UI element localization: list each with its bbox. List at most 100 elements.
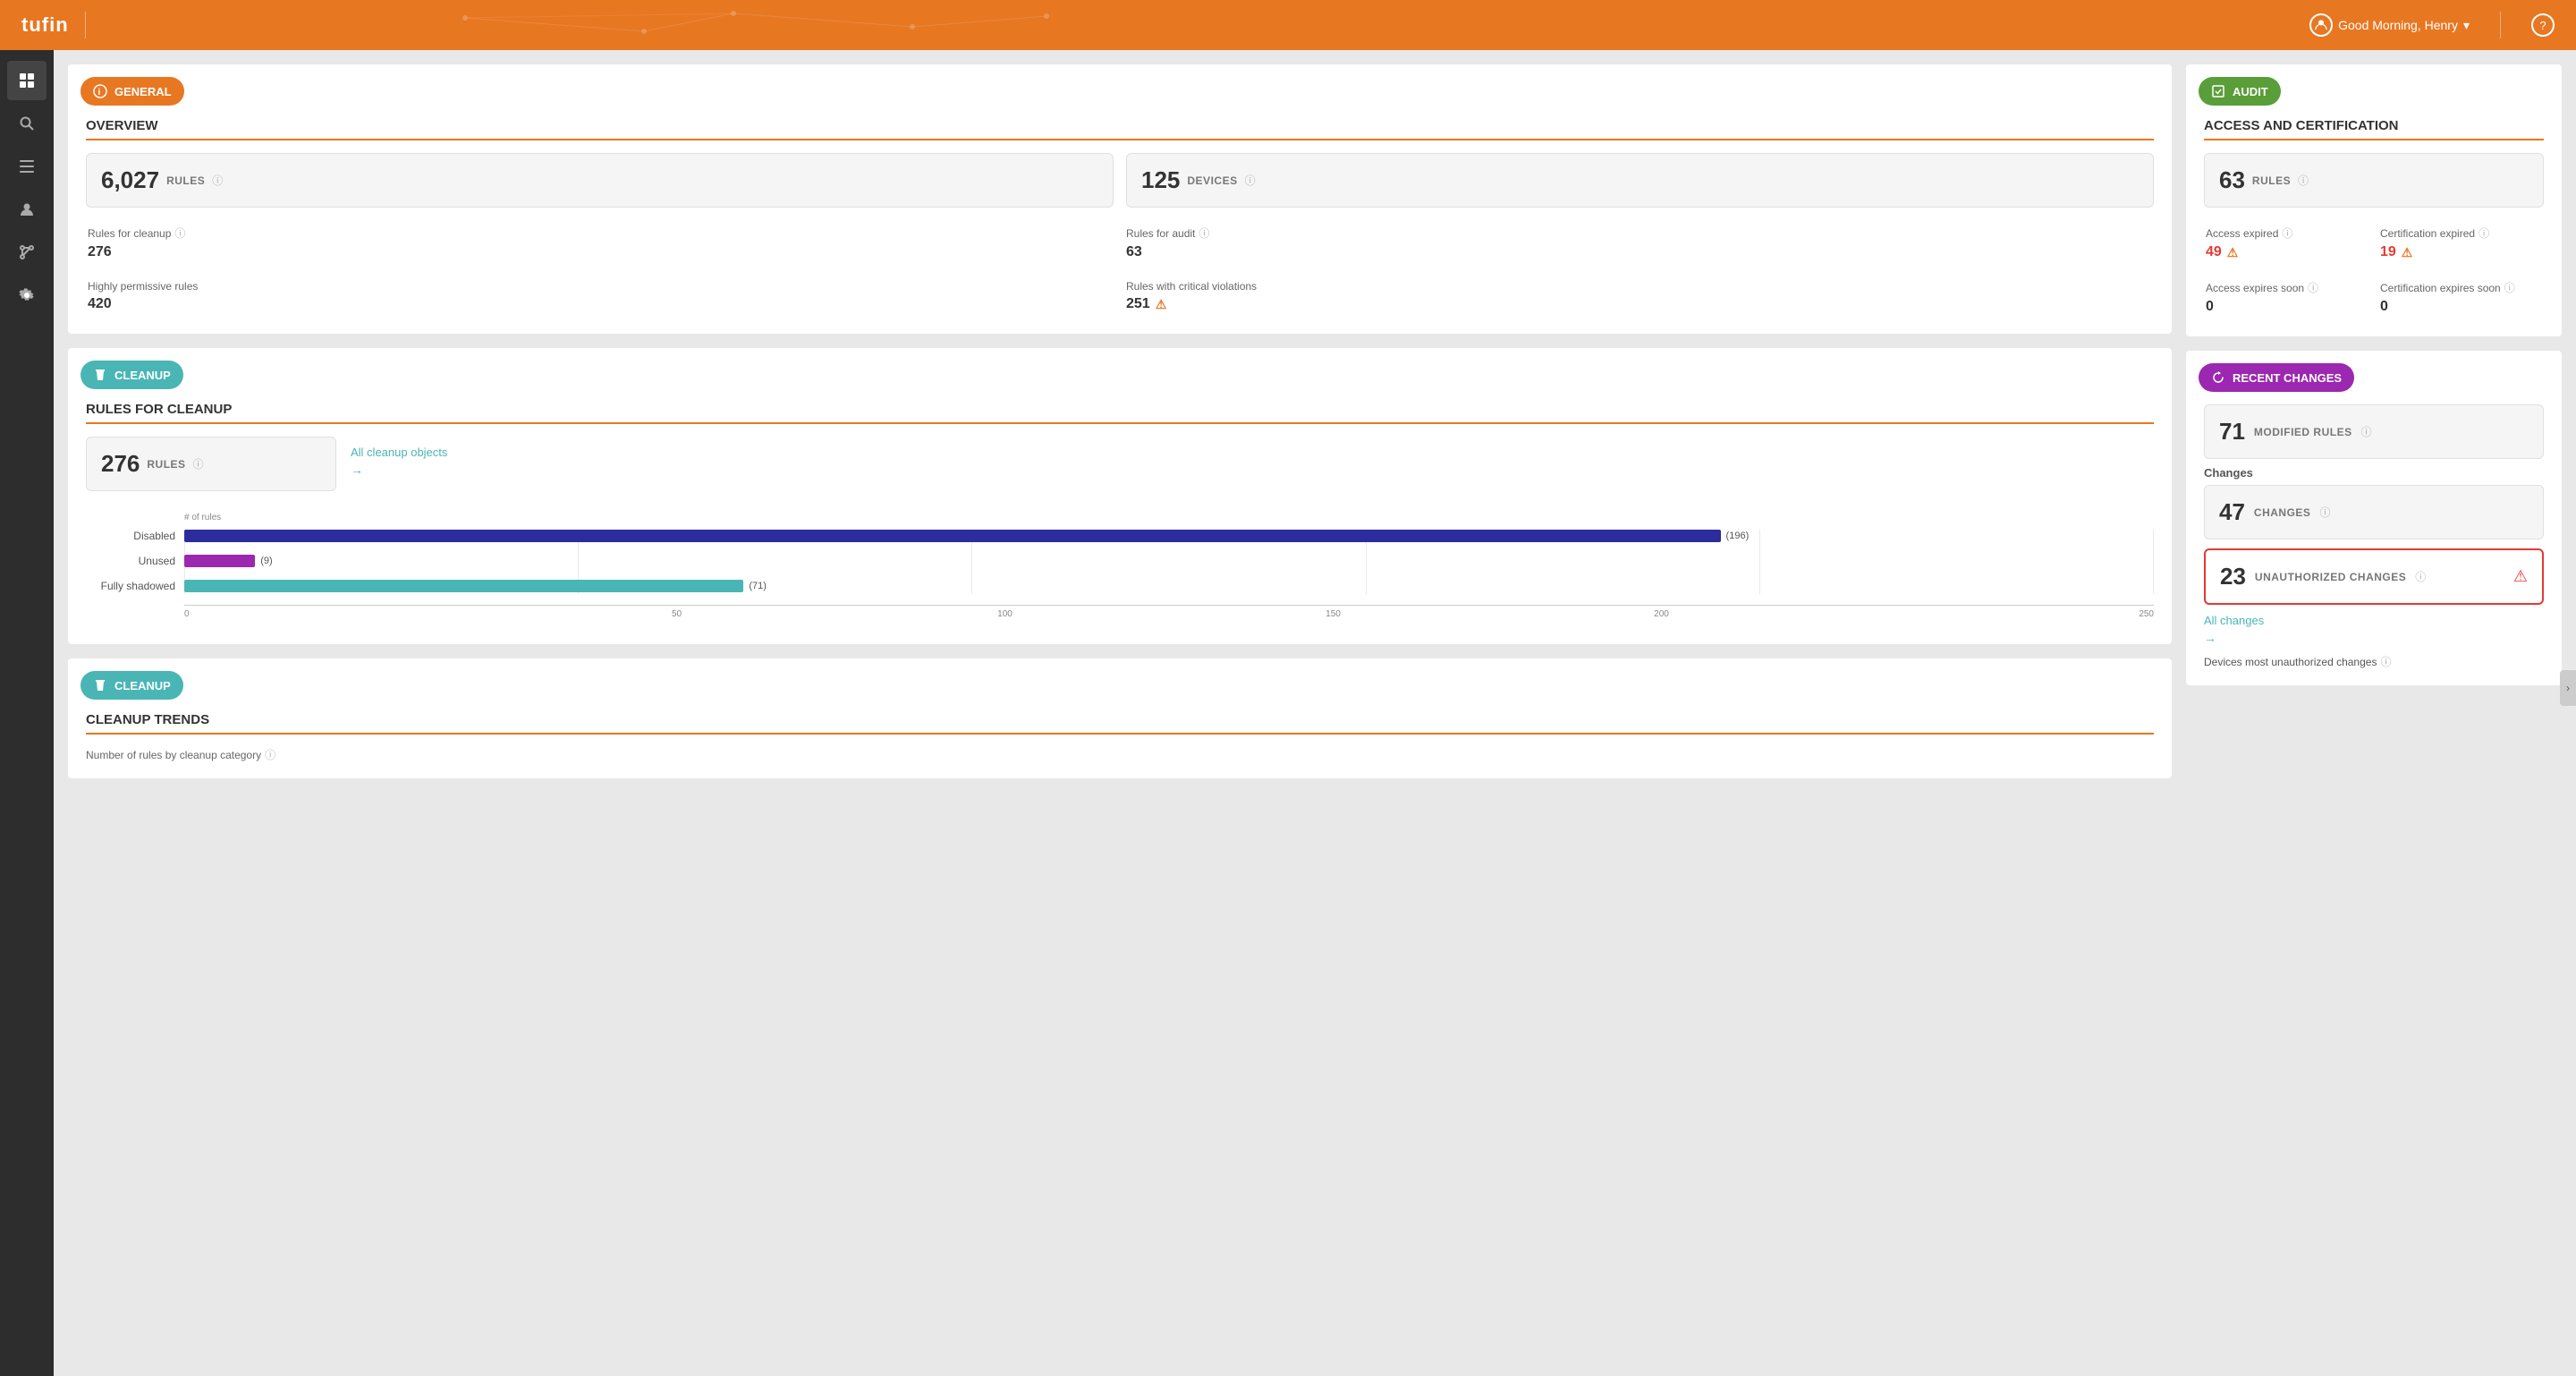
- cert-soon-label: Certification expires soon: [2380, 282, 2501, 294]
- cleanup-rules-label: RULES: [147, 458, 185, 471]
- chart-bar-shadowed: [184, 580, 743, 592]
- small-stats-grid: Rules for cleanup ⓘ 276 Rules for audit …: [86, 220, 2154, 318]
- critical-violations-label: Rules with critical violations: [1126, 280, 1257, 293]
- cleanup-header: CLEANUP: [80, 361, 183, 389]
- access-cert-title: ACCESS AND CERTIFICATION: [2204, 118, 2544, 140]
- cleanup-trends-panel: CLEANUP CLEANUP TRENDS Number of rules b…: [68, 658, 2172, 778]
- sidebar-item-settings[interactable]: [7, 276, 47, 315]
- chart-value-shadowed: (71): [749, 581, 767, 591]
- modified-rules-info[interactable]: ⓘ: [2361, 424, 2372, 439]
- audit-body: ACCESS AND CERTIFICATION 63 RULES ⓘ Acce…: [2186, 106, 2562, 336]
- rules-cleanup-label: Rules for cleanup: [88, 227, 171, 240]
- help-button[interactable]: ?: [2531, 13, 2555, 37]
- svg-text:i: i: [98, 88, 101, 98]
- cert-expired-info[interactable]: ⓘ: [2479, 225, 2489, 241]
- highly-permissive-value: 420: [88, 296, 112, 312]
- sidebar-item-list[interactable]: [7, 147, 47, 186]
- cert-expired-value: 19: [2380, 244, 2396, 260]
- devices-info-icon[interactable]: ⓘ: [1245, 173, 1256, 188]
- nav-divider2: [2500, 12, 2501, 38]
- access-expired-warning: ⚠: [2227, 245, 2239, 260]
- cert-expired-label: Certification expired: [2380, 227, 2475, 240]
- unauthorized-left: 23 UNAUTHORIZED CHANGES ⓘ: [2220, 563, 2426, 590]
- chart-xaxis: 0 50 100 150 200 250: [184, 605, 2154, 619]
- modified-rules-number: 71: [2219, 418, 2245, 446]
- cleanup-header-label: CLEANUP: [114, 369, 171, 382]
- audit-panel: AUDIT ACCESS AND CERTIFICATION 63 RULES …: [2186, 64, 2562, 336]
- all-changes-arrow: →: [2204, 631, 2544, 645]
- axis-0: 0: [184, 609, 513, 619]
- dropdown-arrow: ▾: [2463, 18, 2470, 33]
- sidebar-item-grid[interactable]: [7, 61, 47, 100]
- right-column: AUDIT ACCESS AND CERTIFICATION 63 RULES …: [2186, 64, 2562, 778]
- rules-stat-box: 6,027 RULES ⓘ: [86, 153, 1114, 208]
- changes-number: 47: [2219, 498, 2245, 526]
- sidebar-item-user[interactable]: [7, 190, 47, 229]
- cleanup-trends-title: CLEANUP TRENDS: [86, 712, 2154, 735]
- chart-value-disabled: (196): [1726, 531, 1750, 541]
- unauthorized-number: 23: [2220, 563, 2246, 590]
- all-cleanup-link-wrap: All cleanup objects →: [351, 437, 447, 477]
- unauthorized-box: 23 UNAUTHORIZED CHANGES ⓘ ⚠: [2204, 548, 2544, 605]
- chart-row-shadowed: Fully shadowed (71): [86, 580, 2154, 592]
- main-content: i GENERAL OVERVIEW 6,027 RULES ⓘ: [54, 50, 2576, 1376]
- all-cleanup-link[interactable]: All cleanup objects: [351, 446, 447, 459]
- user-menu[interactable]: Good Morning, Henry ▾: [2309, 13, 2470, 37]
- sidebar-item-search[interactable]: [7, 104, 47, 143]
- audit-icon: [2211, 84, 2225, 98]
- access-expired-info[interactable]: ⓘ: [2282, 225, 2292, 241]
- cert-soon-info[interactable]: ⓘ: [2504, 280, 2515, 295]
- chart-bar-disabled: [184, 530, 1721, 542]
- cleanup-rules-body: RULES FOR CLEANUP 276 RULES ⓘ All cleanu: [68, 389, 2172, 644]
- cleanup-trends-info[interactable]: ⓘ: [265, 747, 275, 762]
- logo: tufin: [21, 13, 69, 37]
- rules-info-icon[interactable]: ⓘ: [212, 173, 223, 188]
- audit-rules-box: 63 RULES ⓘ: [2204, 153, 2544, 208]
- network-decoration: [107, 0, 1181, 50]
- changes-section-label: Changes: [2204, 466, 2544, 480]
- chart-label-unused: Unused: [86, 555, 175, 567]
- general-icon: i: [93, 84, 107, 98]
- sidebar: [0, 50, 54, 1376]
- cleanup-trends-header-label: CLEANUP: [114, 679, 171, 692]
- sidebar-item-branch[interactable]: [7, 233, 47, 272]
- axis-100: 100: [841, 609, 1169, 619]
- topnav: tufin Good Morning, Henry ▾ ?: [0, 0, 2576, 50]
- left-column: i GENERAL OVERVIEW 6,027 RULES ⓘ: [68, 64, 2172, 778]
- cert-expired-warning: ⚠: [2402, 245, 2413, 260]
- recent-changes-header: RECENT CHANGES: [2199, 363, 2354, 392]
- greeting-text: Good Morning, Henry: [2338, 18, 2458, 32]
- audit-rules-info[interactable]: ⓘ: [2298, 173, 2309, 188]
- devices-info[interactable]: ⓘ: [2380, 654, 2391, 669]
- audit-header-label: AUDIT: [2233, 85, 2268, 98]
- all-changes-link[interactable]: All changes: [2204, 614, 2544, 627]
- modified-rules-label: MODIFIED RULES: [2254, 426, 2352, 438]
- chart-label-disabled: Disabled: [86, 530, 175, 542]
- rules-label: RULES: [166, 174, 205, 187]
- unauthorized-info[interactable]: ⓘ: [2415, 569, 2426, 584]
- audit-rules-number: 63: [2219, 166, 2245, 194]
- rules-cleanup-info[interactable]: ⓘ: [174, 225, 185, 241]
- general-header-label: GENERAL: [114, 85, 172, 98]
- highly-permissive-label: Highly permissive rules: [88, 280, 198, 293]
- axis-150: 150: [1169, 609, 1497, 619]
- changes-info[interactable]: ⓘ: [2319, 505, 2330, 520]
- access-expired-label: Access expired: [2206, 227, 2278, 240]
- critical-violations-value: 251: [1126, 296, 1150, 312]
- cleanup-rules-info[interactable]: ⓘ: [193, 456, 204, 471]
- changes-box: 47 CHANGES ⓘ: [2204, 485, 2544, 539]
- cleanup-trends-body: CLEANUP TRENDS Number of rules by cleanu…: [68, 700, 2172, 778]
- devices-number: 125: [1141, 166, 1180, 194]
- access-expired-value: 49: [2206, 244, 2222, 260]
- devices-unauthorized-label: Devices most unauthorized changes ⓘ: [2204, 654, 2544, 669]
- access-soon-info[interactable]: ⓘ: [2308, 280, 2318, 295]
- user-avatar-icon: [2309, 13, 2333, 37]
- cleanup-icon: [93, 368, 107, 382]
- collapse-sidebar-button[interactable]: ›: [2560, 670, 2576, 706]
- modified-rules-box: 71 MODIFIED RULES ⓘ: [2204, 404, 2544, 459]
- recent-changes-header-label: RECENT CHANGES: [2233, 371, 2342, 385]
- cleanup-trends-header: CLEANUP: [80, 671, 183, 700]
- rules-audit-info[interactable]: ⓘ: [1199, 225, 1209, 241]
- chart-label-shadowed: Fully shadowed: [86, 580, 175, 592]
- cleanup-rules-number: 276: [101, 450, 140, 478]
